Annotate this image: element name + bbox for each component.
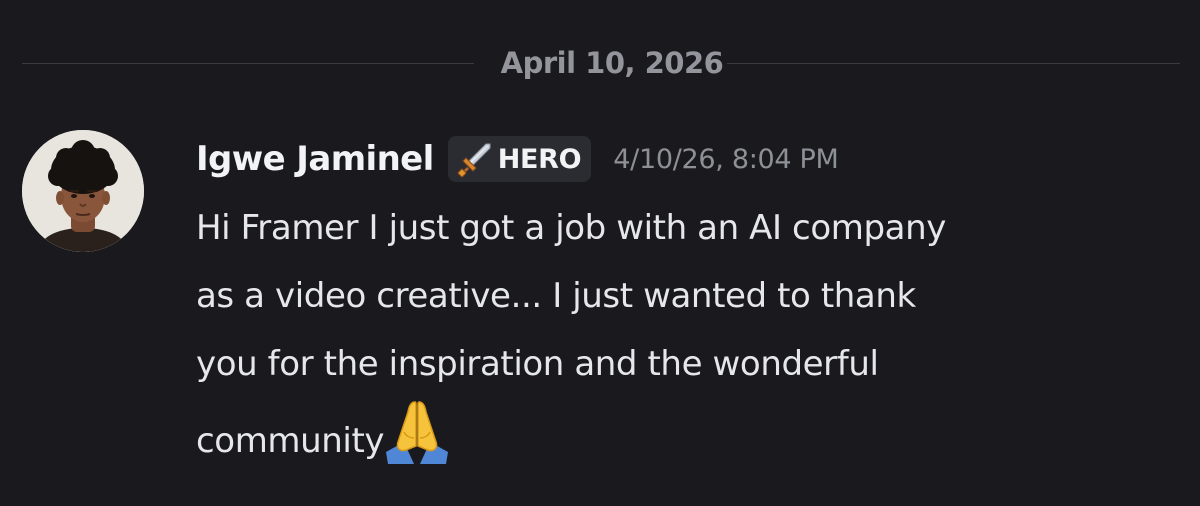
avatar-image [22,130,144,252]
timestamp[interactable]: 4/10/26, 8:04 PM [613,144,839,175]
role-badge[interactable]: HERO [447,136,592,182]
message-line-last: community [196,398,1186,475]
message-header: Igwe Jaminel HERO 4/10/26, 8:04 PM [196,134,839,184]
avatar[interactable] [22,130,144,252]
message: Igwe Jaminel HERO 4/10/26, 8:04 PM Hi Fr… [0,120,1200,500]
message-line-text: community [196,421,385,461]
sword-icon [457,143,491,178]
date-divider-label: April 10, 2026 [500,46,724,80]
message-line: you for the inspiration and the wonderfu… [196,344,879,384]
divider-line-right [727,63,1180,64]
username[interactable]: Igwe Jaminel [196,139,434,179]
chat-view: April 10, 2026 Igwe Jaminel HERO 4/10/26… [0,0,1200,506]
role-badge-label: HERO [497,143,582,175]
divider-line-left [22,63,474,64]
message-line: Hi Framer I just got a job with an AI co… [196,208,946,248]
message-content: Hi Framer I just got a job with an AI co… [196,194,1186,475]
praying-hands-emoji-icon [386,401,449,464]
message-line: as a video creative... I just wanted to … [196,276,916,316]
date-divider: April 10, 2026 [22,43,1180,83]
